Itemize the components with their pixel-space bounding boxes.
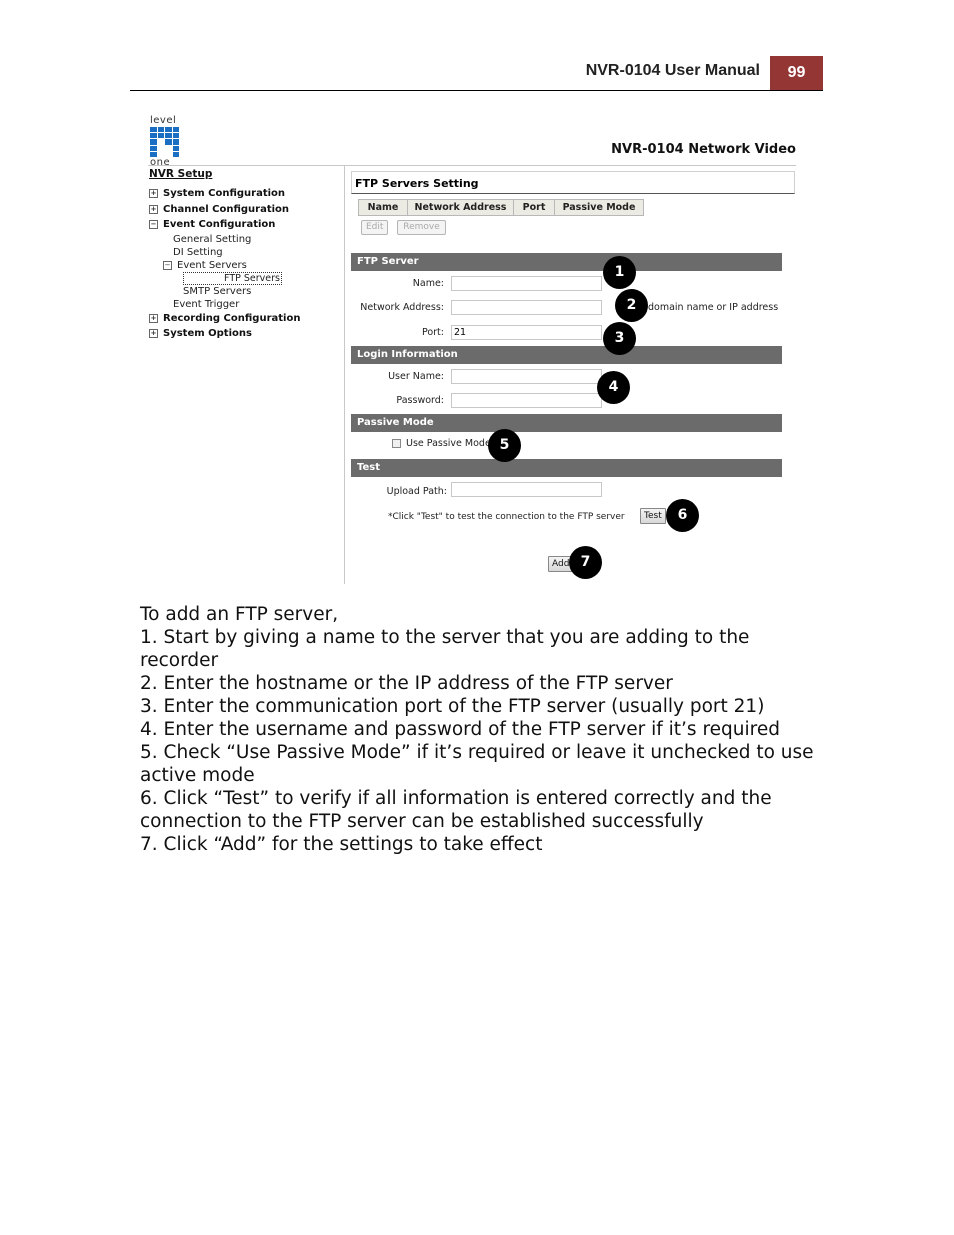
app-header-divider <box>148 165 796 166</box>
test-hint: *Click "Test" to test the connection to … <box>388 512 625 522</box>
password-input[interactable] <box>451 393 602 408</box>
ftp-servers-table: Name Network Address Port Passive Mode <box>358 199 644 216</box>
manual-title: NVR-0104 User Manual <box>585 62 760 79</box>
page-number-badge: 99 <box>770 56 823 90</box>
sidebar-item-channel-configuration[interactable]: + Channel Configuration <box>149 202 339 218</box>
sidebar-item-label: General Setting <box>173 233 252 245</box>
network-address-label: Network Address: <box>360 302 444 313</box>
name-label: Name: <box>412 278 444 289</box>
column-header-passive-mode: Passive Mode <box>554 199 644 216</box>
logo-grid-icon <box>150 127 179 157</box>
user-name-input[interactable] <box>451 369 602 384</box>
sidebar-item-label: System Configuration <box>163 188 286 200</box>
section-header-test: Test <box>351 459 782 477</box>
port-input[interactable] <box>451 325 602 340</box>
instruction-step: 1. Start by giving a name to the server … <box>140 627 750 671</box>
expand-icon[interactable]: + <box>149 313 158 323</box>
name-input[interactable] <box>451 276 602 291</box>
instruction-step: 3. Enter the communication port of the F… <box>140 696 765 717</box>
network-address-input[interactable] <box>451 300 602 315</box>
sidebar-item-smtp-servers[interactable]: SMTP Servers <box>149 285 339 298</box>
callout-marker-1: 1 <box>603 256 636 289</box>
instructions: To add an FTP server, 1. Start by giving… <box>140 603 820 856</box>
instruction-step: 5. Check “Use Passive Mode” if it’s requ… <box>140 742 814 786</box>
expand-icon[interactable]: + <box>149 204 158 214</box>
instruction-step: 4. Enter the username and password of th… <box>140 719 780 740</box>
sidebar-item-label: Recording Configuration <box>163 312 301 324</box>
instruction-step: 7. Click “Add” for the settings to take … <box>140 834 543 855</box>
callout-marker-7: 7 <box>569 546 602 579</box>
sidebar-item-label: FTP Servers <box>183 271 282 285</box>
sidebar-item-general-setting[interactable]: General Setting <box>149 233 339 246</box>
sidebar-item-event-servers[interactable]: − Event Servers <box>149 259 339 272</box>
section-header-login-information: Login Information <box>351 346 782 364</box>
sidebar-item-event-trigger[interactable]: Event Trigger <box>149 298 339 311</box>
sidebar-item-recording-configuration[interactable]: + Recording Configuration <box>149 311 339 327</box>
upload-path-label: Upload Path: <box>386 486 447 497</box>
sidebar-divider <box>344 166 345 584</box>
expand-icon[interactable]: + <box>149 189 158 199</box>
sidebar: NVR Setup + System Configuration + Chann… <box>149 168 339 342</box>
logo-text-top: level <box>150 115 177 126</box>
sidebar-item-system-options[interactable]: + System Options <box>149 326 339 342</box>
callout-marker-3: 3 <box>603 322 636 355</box>
column-header-port: Port <box>513 199 555 216</box>
sidebar-item-label: SMTP Servers <box>183 285 252 297</box>
callout-marker-6: 6 <box>666 499 699 532</box>
sidebar-item-label: Event Trigger <box>173 298 240 310</box>
use-passive-mode-checkbox[interactable] <box>392 439 401 448</box>
panel-title: FTP Servers Setting <box>351 171 795 194</box>
header-divider <box>130 90 823 91</box>
sidebar-item-label: DI Setting <box>173 246 223 258</box>
network-address-hint: domain name or IP address <box>648 302 779 313</box>
sidebar-item-system-configuration[interactable]: + System Configuration <box>149 186 339 202</box>
table-header-row: Name Network Address Port Passive Mode <box>358 199 644 216</box>
sidebar-item-label: System Options <box>163 328 252 340</box>
remove-button[interactable]: Remove <box>397 220 446 235</box>
sidebar-item-label: Event Servers <box>177 259 247 271</box>
expand-icon[interactable]: + <box>149 329 158 339</box>
collapse-icon[interactable]: − <box>163 260 172 270</box>
instruction-step: 6. Click “Test” to verify if all informa… <box>140 788 772 832</box>
sidebar-item-ftp-servers[interactable]: FTP Servers <box>149 271 339 285</box>
column-header-name: Name <box>358 199 408 216</box>
callout-marker-4: 4 <box>597 371 630 404</box>
app-title: NVR-0104 Network Video <box>611 142 796 157</box>
sidebar-heading[interactable]: NVR Setup <box>149 168 339 180</box>
use-passive-mode-label: Use Passive Mode <box>406 438 491 449</box>
instruction-step: 2. Enter the hostname or the IP address … <box>140 673 673 694</box>
column-header-network-address: Network Address <box>407 199 514 216</box>
callout-marker-5: 5 <box>488 429 521 462</box>
sidebar-item-di-setting[interactable]: DI Setting <box>149 246 339 259</box>
sidebar-item-event-configuration[interactable]: − Event Configuration <box>149 217 339 233</box>
password-label: Password: <box>396 395 444 406</box>
port-label: Port: <box>421 327 444 338</box>
callout-marker-2: 2 <box>615 289 648 322</box>
levelone-logo: level one <box>150 116 182 168</box>
section-header-passive-mode: Passive Mode <box>351 414 782 432</box>
instructions-intro: To add an FTP server, <box>140 604 339 625</box>
upload-path-input[interactable] <box>451 482 602 497</box>
user-name-label: User Name: <box>388 371 444 382</box>
section-header-ftp-server: FTP Server <box>351 253 782 271</box>
test-button[interactable]: Test <box>640 508 666 524</box>
edit-button[interactable]: Edit <box>361 220 389 235</box>
logo-text-bottom: one <box>150 157 171 168</box>
sidebar-item-label: Event Configuration <box>163 219 276 231</box>
collapse-icon[interactable]: − <box>149 220 158 230</box>
sidebar-item-label: Channel Configuration <box>163 203 290 215</box>
